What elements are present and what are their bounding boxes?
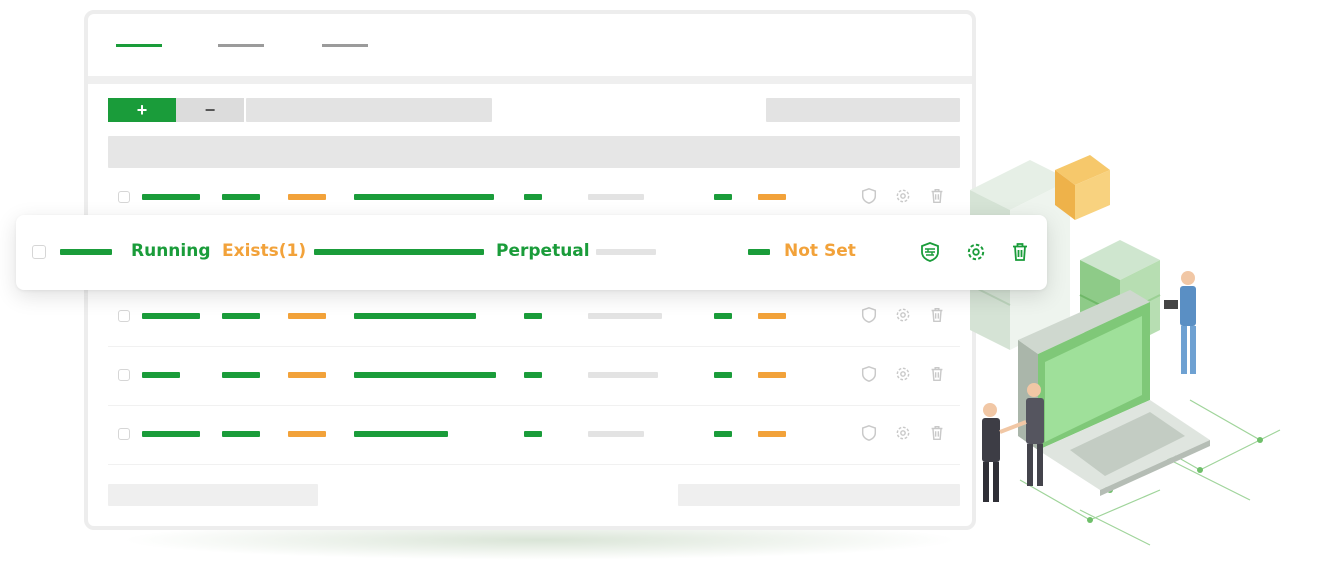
date-placeholder bbox=[596, 249, 656, 255]
highlighted-row-card[interactable]: Running Exists(1) Perpetual Not Set bbox=[16, 215, 1047, 290]
gear-icon[interactable] bbox=[894, 424, 912, 442]
businessmen-figures bbox=[982, 383, 1044, 502]
date-placeholder bbox=[588, 431, 644, 437]
trash-icon[interactable] bbox=[928, 187, 946, 205]
server-illustration bbox=[969, 155, 1281, 546]
trash-icon[interactable] bbox=[928, 365, 946, 383]
tab-2[interactable] bbox=[218, 44, 264, 47]
name-placeholder bbox=[142, 431, 200, 437]
name-placeholder bbox=[142, 194, 200, 200]
flag-placeholder bbox=[748, 249, 770, 255]
row-checkbox[interactable] bbox=[118, 369, 130, 381]
filter-field[interactable] bbox=[246, 98, 492, 122]
setting-placeholder bbox=[758, 372, 786, 378]
setting-placeholder bbox=[758, 431, 786, 437]
shield-icon[interactable] bbox=[919, 241, 941, 263]
license-text: Perpetual bbox=[496, 241, 590, 261]
status-placeholder bbox=[222, 372, 260, 378]
shield-icon[interactable] bbox=[860, 187, 878, 205]
exists-placeholder bbox=[288, 431, 326, 437]
search-field[interactable] bbox=[766, 98, 960, 122]
license-placeholder bbox=[524, 194, 542, 200]
name-placeholder bbox=[60, 249, 112, 255]
gear-icon[interactable] bbox=[965, 241, 987, 263]
footer-left bbox=[108, 484, 318, 506]
table-row[interactable] bbox=[108, 288, 960, 347]
detail-placeholder bbox=[314, 249, 484, 255]
trash-icon[interactable] bbox=[1009, 241, 1031, 263]
detail-placeholder bbox=[354, 194, 494, 200]
status-placeholder bbox=[222, 431, 260, 437]
date-placeholder bbox=[588, 313, 662, 319]
trash-icon[interactable] bbox=[928, 424, 946, 442]
folder-icon bbox=[1055, 155, 1110, 220]
trash-icon[interactable] bbox=[928, 306, 946, 324]
pagination[interactable] bbox=[678, 484, 960, 506]
tab-bar bbox=[88, 14, 972, 84]
row-checkbox[interactable] bbox=[32, 245, 46, 259]
setting-placeholder bbox=[758, 313, 786, 319]
detail-placeholder bbox=[354, 372, 496, 378]
shield-icon[interactable] bbox=[860, 365, 878, 383]
exists-placeholder bbox=[288, 313, 326, 319]
flag-placeholder bbox=[714, 313, 732, 319]
table-header bbox=[108, 136, 960, 168]
exists-text[interactable]: Exists(1) bbox=[222, 241, 306, 261]
status-placeholder bbox=[222, 313, 260, 319]
status-text: Running bbox=[131, 241, 211, 261]
name-placeholder bbox=[142, 313, 200, 319]
table-row[interactable] bbox=[108, 406, 960, 465]
remove-button[interactable]: − bbox=[176, 98, 244, 122]
date-placeholder bbox=[588, 372, 658, 378]
worker-figure bbox=[1164, 271, 1196, 374]
tab-3[interactable] bbox=[322, 44, 368, 47]
gear-icon[interactable] bbox=[894, 187, 912, 205]
flag-placeholder bbox=[714, 194, 732, 200]
setting-text[interactable]: Not Set bbox=[784, 241, 856, 261]
gear-icon[interactable] bbox=[894, 306, 912, 324]
date-placeholder bbox=[588, 194, 644, 200]
add-button[interactable]: + bbox=[108, 98, 176, 122]
shield-icon[interactable] bbox=[860, 424, 878, 442]
table-row[interactable] bbox=[108, 347, 960, 406]
exists-placeholder bbox=[288, 194, 326, 200]
tab-1[interactable] bbox=[116, 44, 162, 47]
gear-icon[interactable] bbox=[894, 365, 912, 383]
flag-placeholder bbox=[714, 372, 732, 378]
license-placeholder bbox=[524, 431, 542, 437]
license-placeholder bbox=[524, 372, 542, 378]
detail-placeholder bbox=[354, 431, 448, 437]
shield-icon[interactable] bbox=[860, 306, 878, 324]
status-placeholder bbox=[222, 194, 260, 200]
row-checkbox[interactable] bbox=[118, 428, 130, 440]
row-checkbox[interactable] bbox=[118, 191, 130, 203]
row-checkbox[interactable] bbox=[118, 310, 130, 322]
exists-placeholder bbox=[288, 372, 326, 378]
detail-placeholder bbox=[354, 313, 476, 319]
setting-placeholder bbox=[758, 194, 786, 200]
flag-placeholder bbox=[714, 431, 732, 437]
license-placeholder bbox=[524, 313, 542, 319]
name-placeholder bbox=[142, 372, 180, 378]
